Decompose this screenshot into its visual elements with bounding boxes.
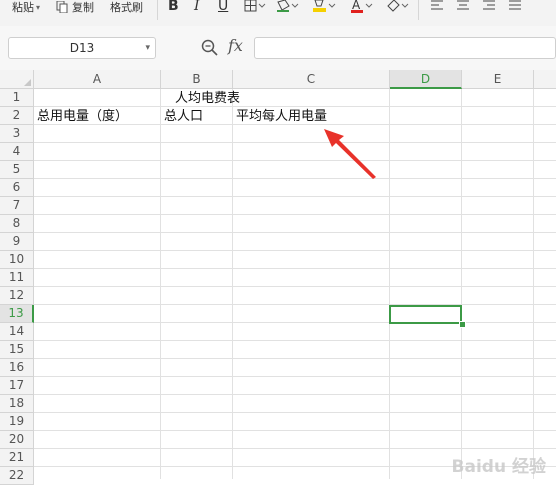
cell-a2[interactable]: 总用电量（度） <box>37 108 128 126</box>
underline-button[interactable]: U <box>218 0 228 13</box>
font-color-button[interactable]: A <box>350 0 374 15</box>
row-gridline <box>34 304 556 305</box>
cell-b2[interactable]: 总人口 <box>164 108 203 126</box>
clear-format-icon <box>387 0 409 12</box>
row-gridline <box>34 322 556 323</box>
row-header-7[interactable]: 7 <box>0 197 34 215</box>
clear-format-button[interactable] <box>386 0 410 14</box>
row-gridline <box>34 430 556 431</box>
row-header-10[interactable]: 10 <box>0 251 34 269</box>
column-header-e[interactable]: E <box>462 70 534 89</box>
font-color-icon: A <box>351 0 373 13</box>
align-left-icon <box>431 0 443 10</box>
zoom-icon[interactable] <box>200 38 220 58</box>
column-header-a[interactable]: A <box>34 70 161 89</box>
format-painter-button[interactable]: 格式刷 <box>110 0 143 14</box>
column-header-d[interactable]: D <box>390 70 462 89</box>
row-header-14[interactable]: 14 <box>0 323 34 341</box>
borders-button[interactable] <box>244 0 266 14</box>
row-header-12[interactable]: 12 <box>0 287 34 305</box>
cell-c2[interactable]: 平均每人用电量 <box>236 108 327 126</box>
copy-icon <box>56 1 68 13</box>
bold-button[interactable]: B <box>168 0 179 13</box>
column-header-b[interactable]: B <box>161 70 233 89</box>
select-all-corner[interactable] <box>0 70 34 89</box>
column-gridline <box>389 89 390 479</box>
row-gridline <box>34 214 556 215</box>
row-header-15[interactable]: 15 <box>0 341 34 359</box>
justify-icon <box>509 0 521 10</box>
row-gridline <box>34 106 556 107</box>
row-header-19[interactable]: 19 <box>0 413 34 431</box>
italic-button[interactable]: I <box>194 0 200 13</box>
row-header-6[interactable]: 6 <box>0 179 34 197</box>
copy-button[interactable]: 复制 <box>56 0 94 14</box>
row-header-2[interactable]: 2 <box>0 107 34 125</box>
column-header-c[interactable]: C <box>233 70 390 89</box>
fill-color-button[interactable] <box>276 0 300 14</box>
align-left-button[interactable] <box>430 0 444 14</box>
ribbon-toolbar: 粘贴 ▾ 复制 格式刷 B I U A <box>0 0 556 27</box>
paste-button[interactable]: 粘贴 ▾ <box>12 0 40 14</box>
row-header-8[interactable]: 8 <box>0 215 34 233</box>
annotation-arrow-icon <box>324 129 376 179</box>
active-cell-d13[interactable] <box>389 305 462 324</box>
row-gridline <box>34 376 556 377</box>
toolbar-divider <box>157 0 158 20</box>
row-header-21[interactable]: 21 <box>0 449 34 467</box>
row-gridline <box>34 340 556 341</box>
row-gridline <box>34 142 556 143</box>
fill-color-icon <box>277 0 299 12</box>
row-gridline <box>34 394 556 395</box>
column-gridline <box>533 89 534 479</box>
formula-input[interactable] <box>254 37 556 59</box>
row-header-9[interactable]: 9 <box>0 233 34 251</box>
row-header-3[interactable]: 3 <box>0 125 34 143</box>
row-gridline <box>34 268 556 269</box>
formula-bar: D13 ▾ fx <box>0 26 556 70</box>
chevron-down-icon: ▾ <box>36 2 41 12</box>
row-header-13[interactable]: 13 <box>0 305 34 323</box>
align-right-icon <box>483 0 495 10</box>
column-gridline <box>160 89 161 479</box>
cell-b1-title[interactable]: 人均电费表 <box>175 90 240 108</box>
row-gridline <box>34 232 556 233</box>
align-center-icon <box>457 0 469 10</box>
column-gridline <box>461 89 462 479</box>
column-gridline <box>232 89 233 479</box>
name-box[interactable]: D13 ▾ <box>8 37 156 59</box>
row-header-18[interactable]: 18 <box>0 395 34 413</box>
toolbar-divider <box>418 0 419 20</box>
baidu-watermark: Baidu 经验 <box>451 457 546 477</box>
column-header-f[interactable] <box>534 70 556 89</box>
row-header-5[interactable]: 5 <box>0 161 34 179</box>
align-right-button[interactable] <box>482 0 496 14</box>
justify-button[interactable] <box>508 0 522 14</box>
spreadsheet-grid: A B C D E 1 2 3 4 5 6 7 8 9 10 11 12 13 … <box>0 70 556 485</box>
row-header-4[interactable]: 4 <box>0 143 34 161</box>
row-gridline <box>34 286 556 287</box>
align-center-button[interactable] <box>456 0 470 14</box>
chevron-down-icon[interactable]: ▾ <box>145 38 150 58</box>
row-gridline <box>34 160 556 161</box>
row-gridline <box>34 358 556 359</box>
row-header-17[interactable]: 17 <box>0 377 34 395</box>
fill-handle[interactable] <box>459 321 466 328</box>
row-header-22[interactable]: 22 <box>0 467 34 485</box>
row-header-1[interactable]: 1 <box>0 89 34 107</box>
row-header-16[interactable]: 16 <box>0 359 34 377</box>
row-gridline <box>34 448 556 449</box>
row-header-20[interactable]: 20 <box>0 431 34 449</box>
highlight-icon <box>313 0 336 12</box>
insert-function-button[interactable]: fx <box>228 36 243 55</box>
row-gridline <box>34 196 556 197</box>
row-gridline <box>34 178 556 179</box>
row-gridline <box>34 250 556 251</box>
highlight-button[interactable] <box>312 0 336 14</box>
row-header-11[interactable]: 11 <box>0 269 34 287</box>
row-gridline <box>34 412 556 413</box>
borders-icon <box>244 0 266 12</box>
